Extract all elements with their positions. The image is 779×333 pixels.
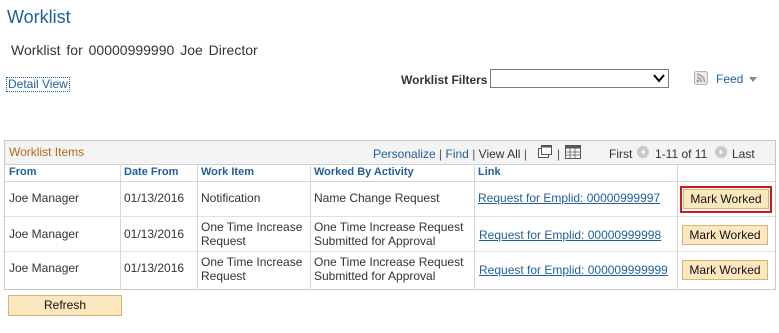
worklist-owner: Worklist for 00000999990 Joe Director (11, 42, 258, 58)
mark-worked-button[interactable]: Mark Worked (682, 260, 768, 280)
column-header-work-item[interactable]: Work Item (201, 166, 254, 178)
row-divider (5, 251, 775, 252)
worklist-filters-select[interactable] (490, 69, 669, 88)
new-window-icon[interactable] (537, 145, 553, 159)
chevron-down-icon (653, 74, 665, 83)
cell-date-from: 01/13/2016 (124, 191, 185, 205)
cell-date-from: 01/13/2016 (124, 261, 185, 275)
cell-worked-by-activity-line2: Submitted for Approval (314, 269, 436, 283)
download-spreadsheet-icon[interactable] (565, 145, 581, 159)
column-divider (120, 164, 121, 290)
view-all-link[interactable]: View All (479, 147, 521, 161)
cell-work-item-line2: Request (201, 269, 246, 283)
cell-work-item-line2: Request (201, 234, 246, 248)
request-link[interactable]: Request for Emplid: 000009999999 (479, 263, 668, 277)
column-divider (474, 164, 475, 290)
employee-id: 00000999990 (88, 42, 175, 58)
previous-arrow-icon[interactable] (637, 146, 649, 158)
cell-from: Joe Manager (9, 261, 80, 275)
cell-date-from: 01/13/2016 (124, 227, 185, 241)
cell-work-item: One Time Increase (201, 220, 303, 234)
toolbar-divider: | (439, 147, 443, 161)
cell-worked-by-activity: One Time Increase Request (314, 220, 464, 234)
refresh-button[interactable]: Refresh (8, 295, 122, 316)
toolbar-divider: | (472, 147, 476, 161)
cell-from: Joe Manager (9, 227, 80, 241)
request-link[interactable]: Request for Emplid: 00000999998 (479, 228, 661, 242)
feed-link[interactable]: Feed (716, 72, 743, 86)
grid-toolbar: Personalize | Find | View All | (373, 147, 527, 161)
cell-worked-by-activity: Name Change Request (314, 191, 440, 205)
column-header-from[interactable]: From (9, 166, 37, 178)
last-label[interactable]: Last (732, 147, 755, 161)
worklist-grid: Worklist Items Personalize | Find | View… (4, 140, 776, 290)
cell-work-item: One Time Increase (201, 255, 303, 269)
column-header-link[interactable]: Link (478, 166, 501, 178)
grid-header: Worklist Items Personalize | Find | View… (5, 141, 775, 165)
subtitle-prefix: Worklist for (11, 42, 83, 58)
rss-feed-icon[interactable] (694, 71, 708, 85)
page-title: Worklist (7, 7, 71, 27)
column-divider (310, 164, 311, 290)
grid-title: Worklist Items (9, 145, 85, 159)
first-label[interactable]: First (609, 147, 632, 161)
personalize-link[interactable]: Personalize (373, 147, 436, 161)
worklist-filters-label: Worklist Filters (401, 73, 488, 87)
cell-work-item: Notification (201, 191, 261, 205)
find-link[interactable]: Find (446, 147, 469, 161)
feed-dropdown-icon[interactable] (749, 77, 757, 82)
row-divider (5, 216, 775, 217)
column-divider (197, 164, 198, 290)
next-arrow-icon[interactable] (715, 146, 727, 158)
mark-worked-button[interactable]: Mark Worked (683, 189, 769, 209)
detail-view-link[interactable]: Detail View (6, 77, 70, 92)
cell-from: Joe Manager (9, 191, 80, 205)
column-header-date-from[interactable]: Date From (124, 166, 178, 178)
cell-worked-by-activity: One Time Increase Request (314, 255, 464, 269)
column-divider (677, 164, 678, 290)
toolbar-divider: | (557, 147, 561, 161)
mark-worked-button[interactable]: Mark Worked (682, 225, 768, 245)
request-link[interactable]: Request for Emplid: 00000999997 (478, 191, 660, 205)
toolbar-divider: | (523, 147, 527, 161)
row-range: 1-11 of 11 (655, 147, 708, 161)
employee-name: Joe Director (180, 42, 258, 58)
column-header-worked-by-activity[interactable]: Worked By Activity (314, 166, 414, 178)
cell-worked-by-activity-line2: Submitted for Approval (314, 234, 436, 248)
